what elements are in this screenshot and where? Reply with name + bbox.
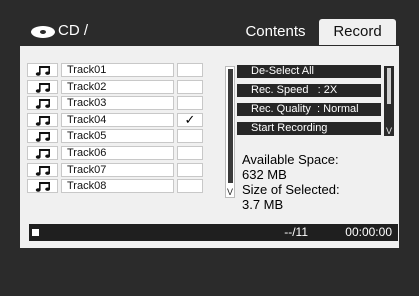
cd-icon xyxy=(31,26,55,38)
time-display: 00:00:00 xyxy=(345,225,392,239)
track-row[interactable]: Track04 ✓ xyxy=(27,112,222,128)
track-row[interactable]: Track05 xyxy=(27,128,222,144)
tab-record[interactable]: Record xyxy=(319,19,396,45)
track-checkbox[interactable] xyxy=(177,63,203,77)
start-recording-button[interactable]: Start Recording xyxy=(237,122,381,135)
rec-speed-button[interactable]: Rec. Speed : 2X xyxy=(237,84,381,97)
music-note-icon xyxy=(27,63,58,77)
track-counter: --/11 xyxy=(284,225,308,239)
track-name: Track08 xyxy=(61,179,174,194)
scrollbar-thumb[interactable] xyxy=(228,69,233,183)
track-name: Track01 xyxy=(61,63,174,77)
track-row[interactable]: Track01 xyxy=(27,62,222,78)
track-checkbox[interactable] xyxy=(177,79,203,94)
track-row[interactable]: Track06 xyxy=(27,145,222,161)
selected-size-value: 3.7 MB xyxy=(242,197,284,212)
available-space-value: 632 MB xyxy=(242,167,287,182)
track-checkbox[interactable] xyxy=(177,179,203,194)
selected-size-label: Size of Selected: xyxy=(242,182,340,197)
space-info: Available Space: 632 MB Size of Selected… xyxy=(242,152,392,212)
tab-contents[interactable]: Contents xyxy=(233,19,318,45)
music-note-icon xyxy=(27,162,58,177)
scroll-down-arrow-icon[interactable]: V xyxy=(384,126,394,136)
track-name: Track03 xyxy=(61,96,174,111)
rec-quality-button[interactable]: Rec. Quality : Normal xyxy=(237,103,381,116)
scrollbar-thumb[interactable] xyxy=(387,68,391,104)
music-note-icon xyxy=(27,145,58,160)
deselect-all-button[interactable]: De-Select All xyxy=(237,65,381,78)
track-row[interactable]: Track02 xyxy=(27,79,222,95)
cd-recording-screen: CD / Contents Record Track01 Track02 Tra… xyxy=(0,0,419,296)
music-note-icon xyxy=(27,79,58,94)
options-scrollbar[interactable]: V xyxy=(384,66,394,136)
track-checkbox[interactable] xyxy=(177,129,203,144)
track-name: Track07 xyxy=(61,162,174,177)
track-row[interactable]: Track07 xyxy=(27,162,222,178)
track-name: Track06 xyxy=(61,145,174,160)
music-note-icon xyxy=(27,179,58,194)
track-list-scrollbar[interactable]: V xyxy=(225,66,235,198)
track-row[interactable]: Track08 xyxy=(27,178,222,194)
music-note-icon xyxy=(27,112,58,127)
track-checkbox[interactable]: ✓ xyxy=(177,112,203,127)
path-label: CD / xyxy=(58,22,88,39)
track-row[interactable]: Track03 xyxy=(27,95,222,111)
track-checkbox[interactable] xyxy=(177,145,203,160)
record-panel: Track01 Track02 Track03 Track04 ✓ Track0… xyxy=(20,46,399,248)
track-checkbox[interactable] xyxy=(177,96,203,111)
music-note-icon xyxy=(27,129,58,144)
track-list: Track01 Track02 Track03 Track04 ✓ Track0… xyxy=(27,62,222,195)
scroll-down-arrow-icon[interactable]: V xyxy=(226,187,234,197)
available-space-label: Available Space: xyxy=(242,152,339,167)
stop-icon xyxy=(32,229,39,236)
track-name: Track05 xyxy=(61,129,174,144)
track-name: Track04 xyxy=(61,112,174,127)
status-bar: --/11 00:00:00 xyxy=(29,224,398,241)
track-checkbox[interactable] xyxy=(177,162,203,177)
music-note-icon xyxy=(27,96,58,111)
track-name: Track02 xyxy=(61,79,174,94)
